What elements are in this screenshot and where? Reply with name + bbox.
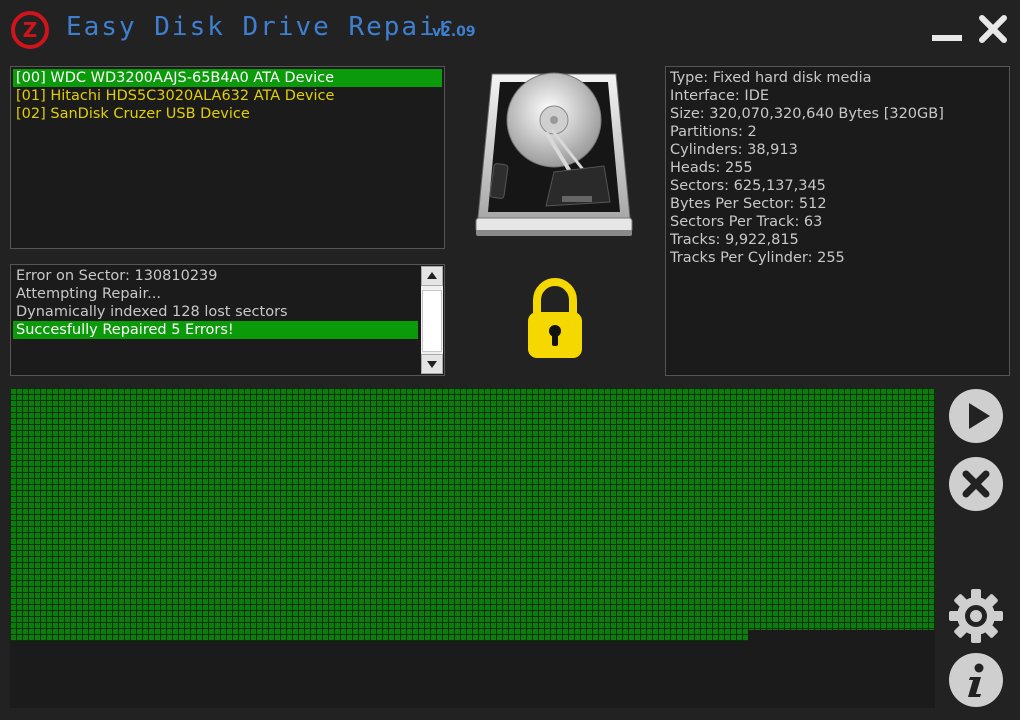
close-button[interactable]: [976, 12, 1010, 46]
chevron-down-icon: [427, 361, 437, 368]
info-icon: [949, 653, 1003, 707]
device-item[interactable]: [01] Hitachi HDS5C3020ALA632 ATA Device: [13, 87, 442, 105]
title-bar: Z Easy Disk Drive Repair v2.09: [0, 0, 1020, 60]
gear-icon: [949, 589, 1003, 643]
drive-info-panel: Type: Fixed hard disk media Interface: I…: [665, 66, 1010, 376]
stop-scan-button[interactable]: [948, 456, 1004, 512]
log-scrollbar[interactable]: [421, 266, 443, 374]
scroll-thumb[interactable]: [422, 290, 442, 352]
unscanned-sectors: [748, 630, 935, 642]
chevron-up-icon: [427, 272, 437, 279]
scanned-sectors: [10, 388, 935, 641]
info-sectors: Sectors: 625,137,345: [670, 178, 826, 194]
start-scan-button[interactable]: [948, 388, 1004, 444]
scroll-up-button[interactable]: [421, 266, 443, 286]
minimize-icon: [932, 35, 962, 41]
device-item[interactable]: [00] WDC WD3200AAJS-65B4A0 ATA Device: [13, 69, 442, 87]
lock-icon: [528, 278, 582, 358]
about-button[interactable]: [948, 652, 1004, 708]
minimize-button[interactable]: [930, 16, 964, 46]
info-cylinders: Cylinders: 38,913: [670, 142, 798, 158]
info-heads: Heads: 255: [670, 160, 753, 176]
app-logo-icon: Z: [11, 11, 49, 49]
hard-drive-icon: [475, 72, 633, 236]
play-icon: [949, 389, 1003, 443]
app-version: v2.09: [432, 24, 476, 40]
info-tracks: Tracks: 9,922,815: [670, 232, 799, 248]
log-box[interactable]: Error on Sector: 130810239 Attempting Re…: [10, 264, 445, 376]
device-item[interactable]: [02] SanDisk Cruzer USB Device: [13, 105, 442, 123]
info-size: Size: 320,070,320,640 Bytes [320GB]: [670, 106, 944, 122]
info-type: Type: Fixed hard disk media: [670, 70, 872, 86]
log-line: Error on Sector: 130810239: [16, 268, 218, 284]
info-interface: Interface: IDE: [670, 88, 770, 104]
close-icon: [979, 15, 1007, 43]
stop-icon: [949, 457, 1003, 511]
info-partitions: Partitions: 2: [670, 124, 757, 140]
info-bytes-per-sector: Bytes Per Sector: 512: [670, 196, 827, 212]
scroll-down-button[interactable]: [421, 354, 443, 374]
sector-map: [10, 388, 935, 708]
log-line: Dynamically indexed 128 lost sectors: [16, 304, 288, 320]
settings-button[interactable]: [948, 588, 1004, 644]
device-list[interactable]: [00] WDC WD3200AAJS-65B4A0 ATA Device [0…: [10, 66, 445, 249]
info-sectors-per-track: Sectors Per Track: 63: [670, 214, 823, 230]
svg-text:Z: Z: [23, 18, 38, 42]
log-line: Attempting Repair...: [16, 286, 161, 302]
info-tracks-per-cylinder: Tracks Per Cylinder: 255: [670, 250, 845, 266]
app-title: Easy Disk Drive Repair: [66, 12, 455, 42]
log-line: Succesfully Repaired 5 Errors!: [13, 321, 418, 339]
